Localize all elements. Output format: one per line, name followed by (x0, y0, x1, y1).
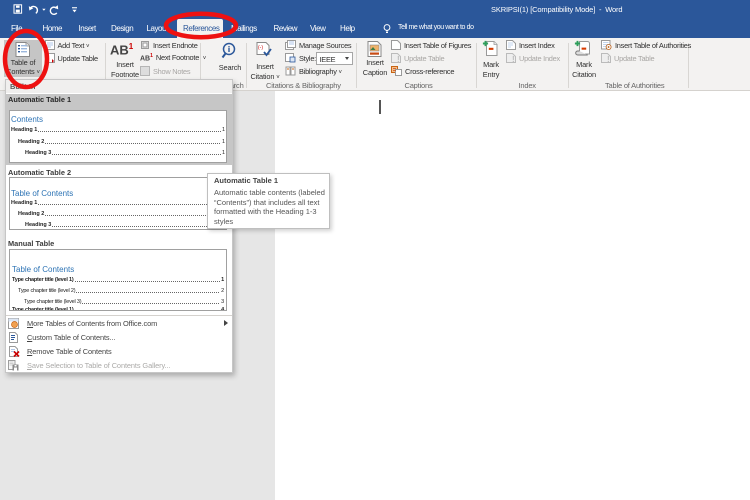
svg-text:!: ! (397, 55, 400, 63)
svg-text:!: ! (512, 55, 515, 63)
svg-text:!: ! (607, 55, 610, 63)
svg-text:(-): (-) (258, 45, 263, 51)
